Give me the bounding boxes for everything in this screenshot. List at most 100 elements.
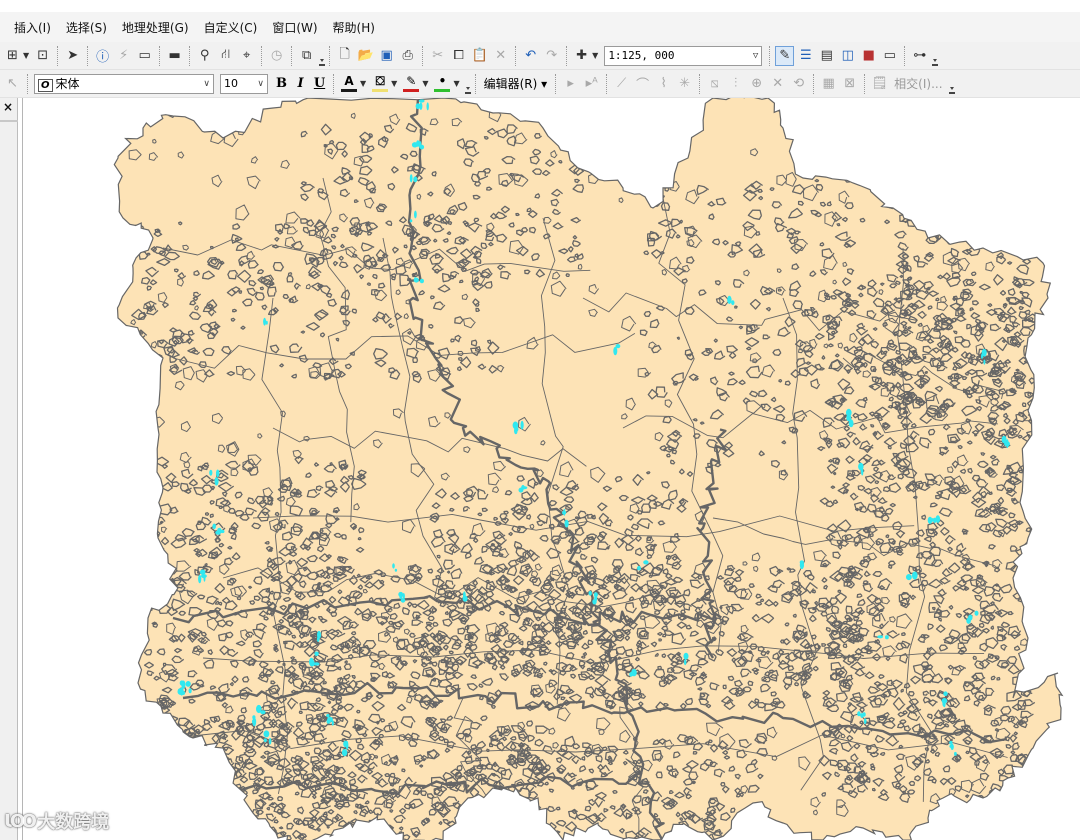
endpoint-arc-icon[interactable]: ⌒	[633, 74, 652, 94]
water-body-marker	[394, 568, 398, 572]
water-body-marker	[265, 320, 268, 325]
find-binoculars-icon[interactable]: ⚲	[195, 46, 214, 66]
font-color-swatch	[341, 89, 357, 92]
chevron-down-icon[interactable]: ∨	[257, 79, 264, 89]
time-slider-icon[interactable]: ◷	[267, 46, 286, 66]
menu-help[interactable]: 帮助(H)	[333, 19, 375, 36]
toolbar-separator	[904, 45, 906, 66]
save-icon[interactable]: ▣	[377, 46, 396, 66]
water-body-marker	[317, 630, 321, 640]
create-viewer-window-icon[interactable]: ⧉	[297, 46, 316, 66]
menu-customize[interactable]: 自定义(C)	[204, 19, 258, 36]
map-canvas[interactable]	[23, 98, 1080, 840]
rotate-tool-icon[interactable]: ⟲	[789, 74, 808, 94]
toolbar-options-icon[interactable]	[948, 80, 955, 94]
identify-icon[interactable]: ⓘ	[93, 46, 112, 66]
toolbar-separator	[474, 73, 476, 94]
font-size-value: 10	[224, 77, 238, 90]
arctoolbox-icon[interactable]: ■	[859, 46, 878, 66]
open-folder-icon[interactable]: 📂	[356, 46, 375, 66]
dropdown-arrow-icon[interactable]: ▼	[391, 79, 397, 88]
html-popup-icon[interactable]: ▭	[135, 46, 154, 66]
hyperlink-icon[interactable]: ⚡	[114, 46, 133, 66]
copy-icon[interactable]: ⧠	[449, 46, 468, 66]
water-body-marker	[341, 749, 348, 757]
find-route-icon[interactable]: ⛙	[216, 46, 235, 66]
watermark-logo-icon: ƖՕՕ	[4, 810, 35, 832]
edit-annotation-icon[interactable]: ▸ᴬ	[582, 74, 601, 94]
menu-geoprocessing[interactable]: 地理处理(G)	[122, 19, 189, 36]
tool-arrow-icon[interactable]: ↖	[3, 74, 22, 94]
fill-color-button[interactable]: ⛋	[369, 73, 391, 95]
select-pointer-icon[interactable]: ➤	[63, 46, 82, 66]
dropdown-arrow-icon[interactable]: ▼	[23, 51, 29, 60]
marker-color-button[interactable]: •	[431, 73, 453, 95]
dropdown-arrow-icon[interactable]: ▼	[453, 79, 459, 88]
select-elements-box-icon[interactable]: ⊡	[33, 46, 52, 66]
close-panel-icon[interactable]: ×	[0, 100, 16, 116]
new-document-icon[interactable]: 🗋	[335, 46, 354, 66]
water-body-marker	[198, 574, 202, 584]
chevron-down-icon[interactable]: ∨	[203, 79, 210, 89]
editor-menu-button[interactable]: 编辑器(R) ▾	[484, 75, 548, 92]
cut-icon[interactable]: ✂	[428, 46, 447, 66]
water-body-marker	[215, 530, 221, 535]
menu-insert[interactable]: 插入(I)	[14, 19, 51, 36]
split-tool-icon[interactable]: ✕	[768, 74, 787, 94]
full-extent-icon[interactable]: ⊞	[3, 46, 22, 66]
font-color-button[interactable]: A	[338, 73, 360, 95]
table-of-contents-icon[interactable]: ☰	[796, 46, 815, 66]
font-name-combobox[interactable]: O 宋体 ∨	[34, 73, 214, 94]
water-body-marker	[588, 590, 592, 596]
line-color-swatch	[403, 89, 420, 92]
marker-color-swatch	[434, 89, 451, 92]
editor-toolbar-toggle-icon[interactable]: ✎	[775, 45, 795, 66]
python-window-icon[interactable]: ▭	[880, 46, 899, 66]
water-body-marker	[214, 477, 219, 486]
intersect-button[interactable]: 相交(I)...	[894, 75, 942, 92]
underline-button[interactable]: U	[310, 76, 329, 91]
toolbar-options-icon[interactable]	[932, 52, 939, 66]
straight-segment-icon[interactable]: ⟋	[612, 74, 631, 94]
dropdown-arrow-icon[interactable]: ▼	[360, 79, 366, 88]
redo-icon[interactable]: ↷	[542, 46, 561, 66]
attributes-icon[interactable]: ▦	[819, 74, 838, 94]
point-icon[interactable]: ✳	[675, 74, 694, 94]
paste-icon[interactable]: 📋	[470, 46, 489, 66]
toolbar-separator	[699, 73, 701, 94]
delete-icon[interactable]: ✕	[491, 46, 510, 66]
add-data-icon[interactable]: ✚	[572, 46, 591, 66]
map-view[interactable]	[22, 98, 1080, 840]
catalog-window-icon[interactable]: ▤	[817, 46, 836, 66]
toolbar-options-icon[interactable]	[319, 52, 326, 66]
cut-polygons-icon[interactable]: ⊕	[747, 74, 766, 94]
sketch-properties-icon[interactable]: ⊠	[840, 74, 859, 94]
edit-vertices-icon[interactable]: ⧅	[705, 74, 724, 94]
toolbar-separator	[566, 45, 568, 66]
water-body-marker	[858, 462, 864, 471]
water-body-marker	[188, 688, 192, 694]
measure-icon[interactable]: ▬	[165, 46, 184, 66]
print-icon[interactable]: ⎙	[398, 46, 417, 66]
italic-button[interactable]: I	[291, 76, 310, 91]
reshape-feature-icon[interactable]: ⫶	[726, 74, 745, 94]
trace-icon[interactable]: ⌇	[654, 74, 673, 94]
toolbar-separator	[813, 73, 815, 94]
dropdown-arrow-icon[interactable]: ▼	[592, 51, 598, 60]
create-features-icon[interactable]: 🗒	[870, 74, 889, 94]
map-scale-combobox[interactable]: 1:125, 000 ▽	[604, 45, 763, 66]
dropdown-arrow-icon[interactable]: ▼	[422, 79, 428, 88]
model-builder-icon[interactable]: ⊶	[910, 46, 929, 66]
chevron-down-icon[interactable]: ▽	[753, 51, 758, 61]
undo-icon[interactable]: ↶	[521, 46, 540, 66]
water-body-marker	[413, 277, 419, 283]
font-size-combobox[interactable]: 10 ∨	[220, 73, 268, 94]
go-to-xy-icon[interactable]: ⌖	[237, 46, 256, 66]
menu-selection[interactable]: 选择(S)	[66, 19, 107, 36]
bold-button[interactable]: B	[272, 76, 291, 91]
menu-windows[interactable]: 窗口(W)	[272, 19, 317, 36]
toolbar-options-icon[interactable]	[464, 80, 471, 94]
search-window-icon[interactable]: ◫	[838, 46, 857, 66]
edit-tool-icon[interactable]: ▸	[561, 74, 580, 94]
line-color-button[interactable]: ✎	[400, 73, 422, 95]
